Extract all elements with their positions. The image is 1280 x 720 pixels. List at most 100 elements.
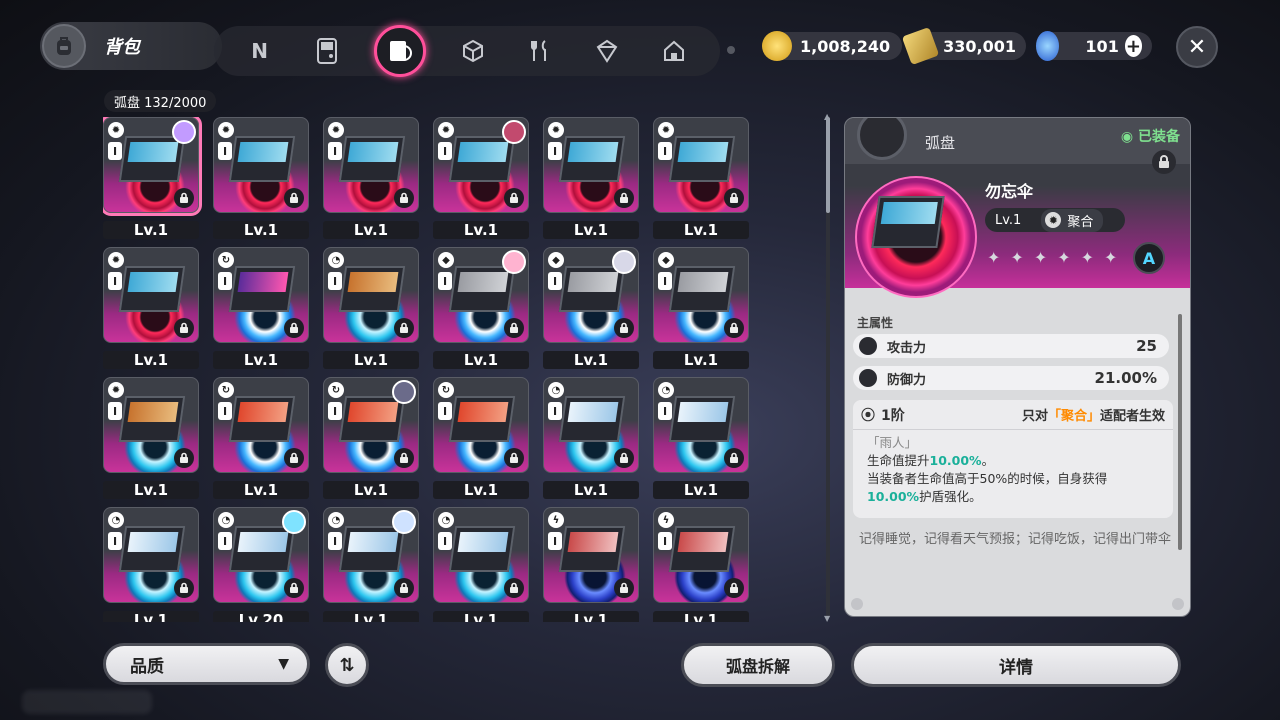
disc-card[interactable]: ✹ I [653, 117, 749, 213]
upgrade-stars: ✦ ✦ ✦ ✦ ✦ ✦ [987, 248, 1117, 267]
lock-icon[interactable] [394, 188, 414, 208]
slot-badge: I [218, 142, 232, 160]
lock-icon[interactable] [614, 448, 634, 468]
quality-filter-dropdown[interactable]: 品质 ▼ [103, 643, 310, 685]
disc-level-label: Lv.1 [433, 611, 529, 622]
lock-icon[interactable] [724, 448, 744, 468]
dismantle-button[interactable]: 弧盘拆解 [681, 643, 835, 687]
disc-card[interactable]: ◔ I [543, 377, 639, 473]
lock-icon[interactable] [504, 318, 524, 338]
disc-level-label: Lv.1 [543, 221, 639, 239]
lock-icon[interactable] [614, 578, 634, 598]
inventory-scroll-thumb[interactable] [826, 117, 830, 213]
disc-card[interactable]: ↻ I [213, 247, 309, 343]
faction-icon: ◔ [218, 512, 234, 528]
stat-attack: 攻击力 25 [853, 334, 1169, 358]
slot-badge: I [108, 142, 122, 160]
disc-card[interactable]: ↻ I [213, 377, 309, 473]
tab-food[interactable] [520, 31, 560, 71]
energy-value: 101 [1085, 36, 1119, 56]
lock-icon[interactable] [174, 188, 194, 208]
tab-cube[interactable] [587, 31, 627, 71]
lock-icon[interactable] [284, 318, 304, 338]
lock-icon[interactable] [284, 578, 304, 598]
chevron-down-icon: ▼ [278, 656, 289, 672]
disc-card[interactable]: ◔ I [103, 507, 199, 603]
lock-icon[interactable] [174, 578, 194, 598]
scroll-up-arrow-icon: ▲ [824, 112, 831, 121]
lock-icon[interactable] [284, 448, 304, 468]
disc-card[interactable]: ✹ I [213, 117, 309, 213]
tab-home[interactable] [654, 31, 694, 71]
faction-icon: ◔ [328, 512, 344, 528]
disc-card[interactable]: ↻ I [433, 377, 529, 473]
lock-icon[interactable] [504, 448, 524, 468]
inventory-count: 弧盘 132/2000 [104, 90, 217, 112]
effect-header: ⦿ 1阶 只对「聚合」适配者生效 [853, 400, 1173, 430]
faction-icon: ✹ [108, 252, 124, 268]
ticket-icon [901, 26, 940, 66]
add-energy-button[interactable]: + [1124, 35, 1142, 57]
lock-icon[interactable] [174, 318, 194, 338]
disc-case-art [448, 136, 516, 182]
disc-card[interactable]: ↻ I [323, 377, 419, 473]
disc-case-art [118, 526, 186, 572]
lock-icon[interactable] [394, 578, 414, 598]
disc-card[interactable]: ✹ I [103, 377, 199, 473]
tab-box[interactable] [453, 31, 493, 71]
disc-case-art [668, 526, 736, 572]
disc-card[interactable]: ✹ I [543, 117, 639, 213]
lock-icon[interactable] [614, 188, 634, 208]
ticket-counter: 330,001 [901, 26, 1026, 66]
sort-order-button[interactable]: ⇅ [325, 643, 369, 687]
disc-case-art [448, 396, 516, 442]
text: 生命值提升 [867, 453, 930, 468]
tab-disc[interactable] [373, 25, 426, 77]
slot-badge: I [108, 402, 122, 420]
disc-card[interactable]: ◆ I [433, 247, 529, 343]
disc-card[interactable]: ✹ I [433, 117, 529, 213]
disc-card[interactable]: ϟI [653, 507, 749, 603]
lock-icon[interactable] [614, 318, 634, 338]
disc-card[interactable]: ◔ I [323, 247, 419, 343]
disc-card[interactable]: ◆ I [543, 247, 639, 343]
detail-lock-button[interactable] [1152, 150, 1176, 174]
tab-device[interactable] [307, 31, 347, 71]
lock-icon[interactable] [394, 448, 414, 468]
faction-icon: ◔ [438, 512, 454, 528]
lock-icon[interactable] [394, 318, 414, 338]
lock-icon[interactable] [174, 448, 194, 468]
disc-card[interactable]: ✹ I [323, 117, 419, 213]
disc-card[interactable]: ◔ I [323, 507, 419, 603]
disc-card[interactable]: ϟI [543, 507, 639, 603]
disc-level-label: Lv.1 [323, 351, 419, 369]
lock-icon[interactable] [284, 188, 304, 208]
lock-icon[interactable] [504, 578, 524, 598]
lock-icon[interactable] [724, 318, 744, 338]
disc-card[interactable]: ◔ I [433, 507, 529, 603]
detail-scroll-thumb[interactable] [1178, 314, 1182, 550]
disc-case-art [118, 396, 186, 442]
effect-line2: 当装备者生命值高于50%的时候，自身获得 [867, 471, 1108, 486]
disc-card[interactable]: ◆ I [653, 247, 749, 343]
req-prefix: 只对 [1021, 409, 1048, 424]
slot-badge: I [108, 272, 122, 290]
effect-line1: 生命值提升10.00%。 [867, 452, 1159, 470]
disc-card[interactable]: ◔ I [653, 377, 749, 473]
disc-level-label: Lv.1 [323, 611, 419, 622]
star-icon: ✦ [1033, 248, 1048, 267]
disc-case-art [228, 526, 296, 572]
disc-card[interactable]: ◔ I [213, 507, 309, 603]
disc-level-label: Lv.1 [213, 351, 309, 369]
lock-icon[interactable] [724, 578, 744, 598]
disc-card[interactable]: ✹ I [103, 117, 202, 216]
lock-icon[interactable] [504, 188, 524, 208]
tab-nav-n[interactable]: N [240, 31, 280, 71]
details-button[interactable]: 详情 [851, 643, 1181, 687]
equipped-character-avatar [392, 380, 416, 404]
prism-icon [596, 39, 618, 63]
lock-icon[interactable] [724, 188, 744, 208]
close-button[interactable]: ✕ [1176, 26, 1218, 68]
disc-level-label: Lv.1 [213, 221, 309, 239]
disc-card[interactable]: ✹ I [103, 247, 199, 343]
